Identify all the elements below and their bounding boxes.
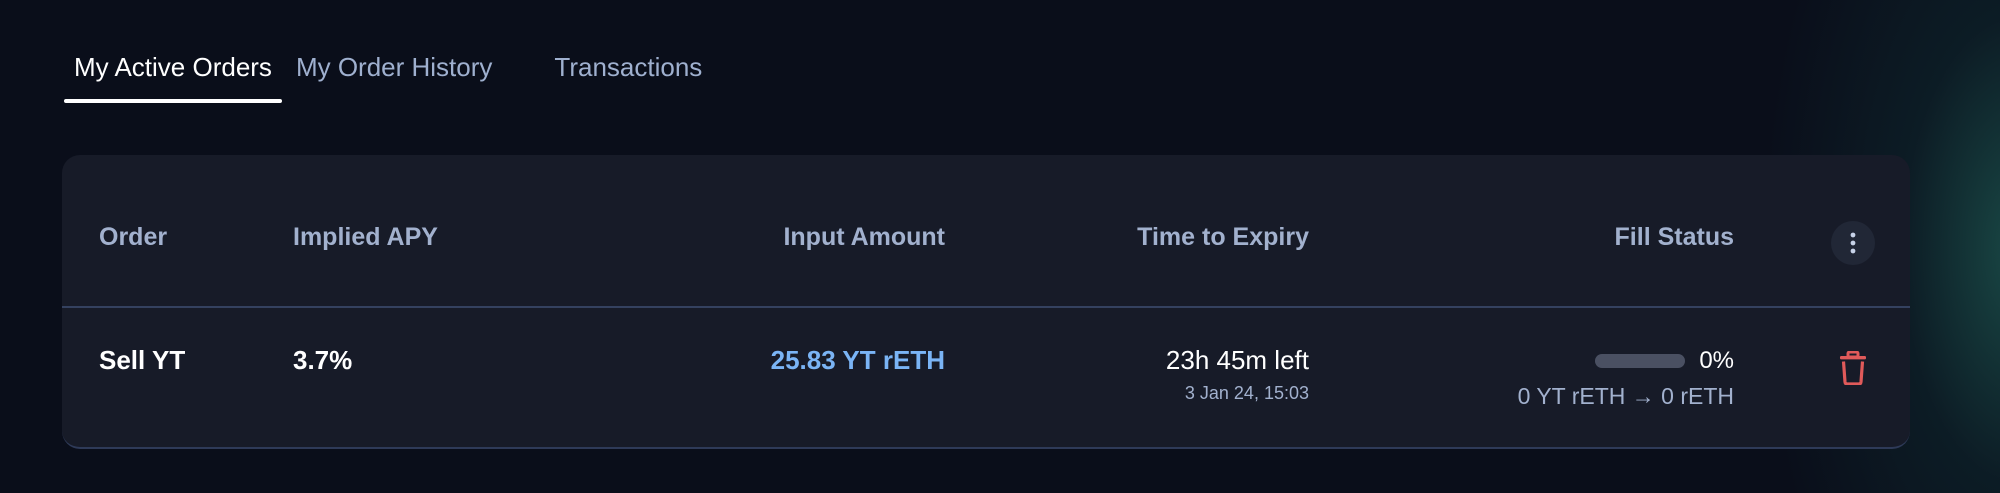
tab-my-order-history[interactable]: My Order History — [286, 44, 502, 103]
cancel-order-button[interactable] — [1838, 350, 1868, 386]
orders-table: Order Implied APY Input Amount Time to E… — [62, 155, 1910, 449]
column-header-implied-apy: Implied APY — [293, 223, 438, 251]
column-header-fill-status: Fill Status — [1614, 223, 1734, 251]
fill-status: 0% — [1595, 347, 1734, 375]
fill-progress-bar — [1595, 354, 1686, 368]
fill-detail: 0 YT rETH → 0 rETH — [1517, 383, 1734, 409]
order-type: Sell YT — [99, 345, 186, 375]
more-vertical-icon — [1850, 232, 1856, 254]
table-header: Order Implied APY Input Amount Time to E… — [62, 155, 1910, 308]
column-options-button[interactable] — [1831, 221, 1875, 265]
trash-icon — [1840, 351, 1866, 385]
expiry-date: 3 Jan 24, 15:03 — [1184, 383, 1309, 403]
column-header-input-amount: Input Amount — [783, 223, 945, 251]
implied-apy-value: 3.7% — [293, 345, 353, 375]
column-header-order: Order — [99, 223, 168, 251]
fill-percent: 0% — [1699, 347, 1734, 374]
tab-transactions[interactable]: Transactions — [544, 44, 712, 103]
input-amount-value: 25.83 YT rETH — [770, 345, 945, 375]
order-tabs: My Active Orders My Order History Transa… — [64, 44, 712, 103]
tab-my-active-orders[interactable]: My Active Orders — [64, 44, 282, 103]
column-header-time-to-expiry: Time to Expiry — [1137, 223, 1309, 251]
time-left-value: 23h 45m left — [1165, 345, 1309, 375]
